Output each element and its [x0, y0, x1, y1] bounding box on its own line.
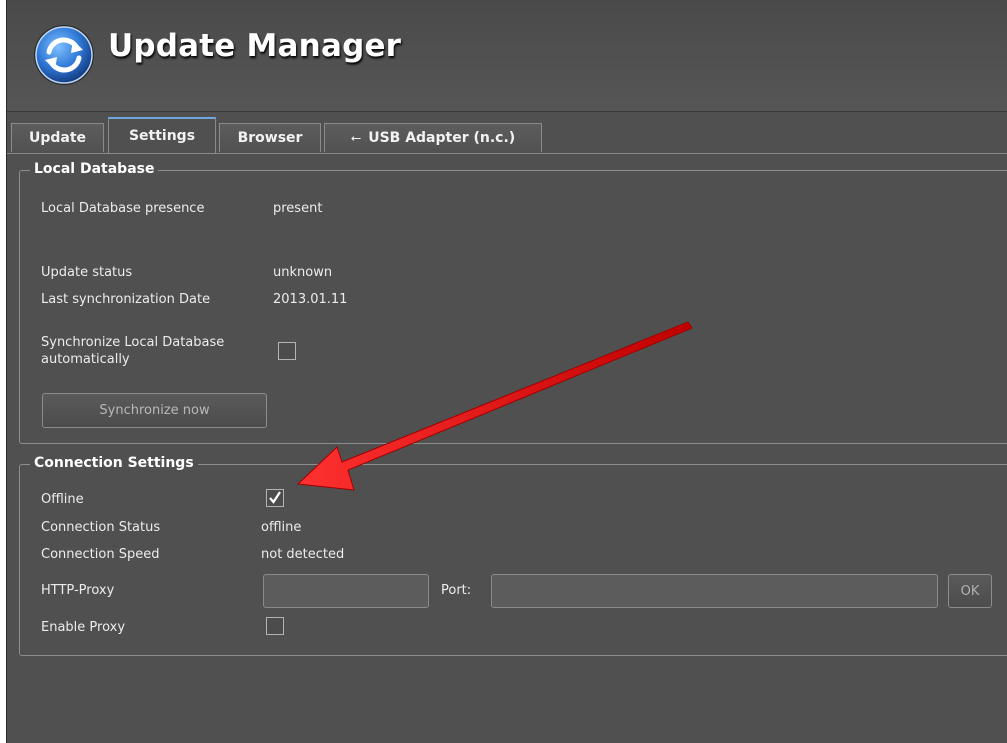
tab-usb-adapter-label: USB Adapter (n.c.) — [368, 130, 516, 146]
usb-icon: ⭠ — [350, 130, 362, 146]
offline-label: Offline — [41, 492, 84, 507]
connection-speed-value: not detected — [261, 547, 345, 562]
update-status-label: Update status — [41, 265, 133, 280]
synchronize-now-label: Synchronize now — [99, 403, 210, 418]
connection-status-value: offline — [261, 520, 302, 535]
update-status-value: unknown — [273, 265, 333, 280]
connection-speed-label: Connection Speed — [41, 547, 160, 562]
tab-settings-label: Settings — [128, 128, 196, 144]
auto-sync-checkbox[interactable] — [278, 342, 296, 360]
tab-browser[interactable]: Browser — [219, 123, 321, 152]
offline-checkbox[interactable] — [266, 489, 284, 507]
tab-update-label: Update — [28, 130, 87, 146]
checkmark-icon — [269, 491, 281, 504]
http-proxy-label: HTTP-Proxy — [41, 583, 115, 598]
port-label: Port: — [441, 583, 472, 598]
sync-logo-icon — [34, 25, 94, 85]
presence-label: Local Database presence — [41, 201, 205, 216]
enable-proxy-checkbox[interactable] — [266, 617, 284, 635]
presence-value: present — [273, 201, 323, 216]
tab-settings[interactable]: Settings — [108, 117, 216, 153]
synchronize-now-button[interactable]: Synchronize now — [42, 393, 267, 428]
local-database-title: Local Database — [30, 161, 159, 177]
app-header: Update Manager — [7, 0, 1007, 112]
ok-button[interactable]: OK — [948, 574, 992, 608]
connection-settings-group: Connection Settings Offline Connection S… — [19, 455, 1007, 656]
connection-status-label: Connection Status — [41, 520, 161, 535]
tab-bar: Update Settings Browser ⭠ USB Adapter (n… — [7, 116, 1007, 154]
http-proxy-input[interactable] — [263, 574, 429, 608]
port-input[interactable] — [491, 574, 938, 608]
update-manager-window: Update Manager Update Settings Browser ⭠… — [6, 0, 1007, 743]
tab-usb-adapter[interactable]: ⭠ USB Adapter (n.c.) — [324, 123, 542, 152]
ok-label: OK — [960, 583, 980, 599]
connection-settings-title: Connection Settings — [30, 455, 198, 471]
local-database-group: Local Database Local Database presence p… — [19, 161, 1007, 444]
tab-update[interactable]: Update — [11, 123, 104, 152]
last-sync-value: 2013.01.11 — [273, 292, 348, 307]
last-sync-label: Last synchronization Date — [41, 292, 211, 307]
auto-sync-label: Synchronize Local Database automatically — [41, 335, 225, 367]
enable-proxy-label: Enable Proxy — [41, 620, 126, 635]
app-title: Update Manager — [108, 28, 402, 64]
tab-browser-label: Browser — [237, 130, 303, 146]
